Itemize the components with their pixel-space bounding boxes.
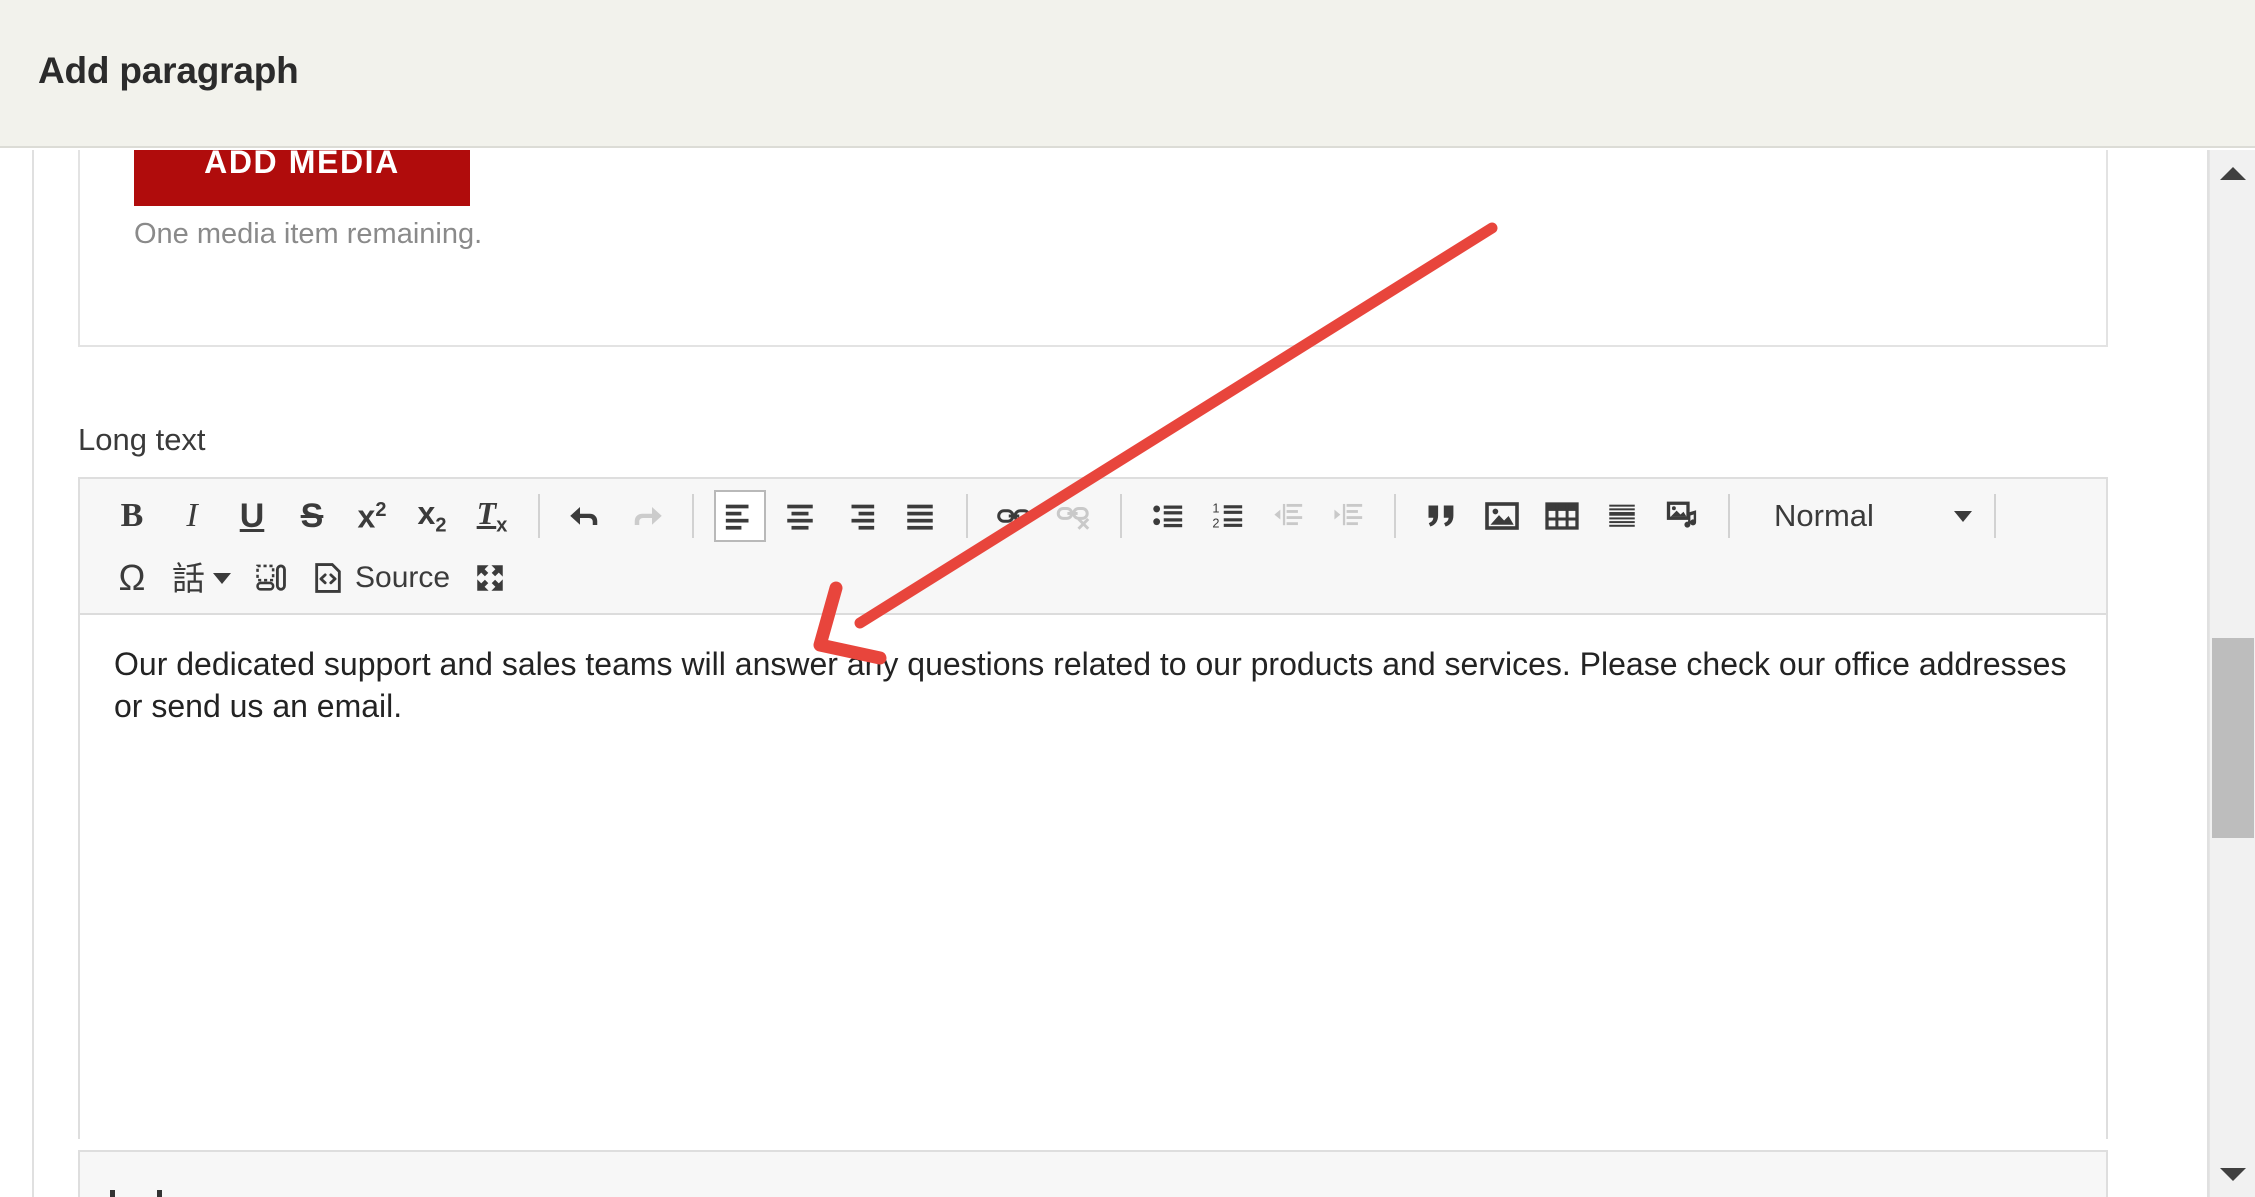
scroll-up-arrow-icon[interactable]: [2210, 150, 2255, 196]
svg-text:1: 1: [1212, 501, 1219, 516]
page-title: Add paragraph: [38, 50, 299, 91]
horizontal-rule-icon[interactable]: [1596, 490, 1648, 542]
svg-text:2: 2: [1212, 515, 1219, 530]
scroll-down-arrow-icon[interactable]: [2210, 1151, 2255, 1197]
chevron-down-icon: [1954, 510, 1972, 522]
status-mark: [110, 1190, 115, 1197]
toolbar-row-2: Ω 話 Source: [80, 547, 2106, 609]
special-character-icon[interactable]: Ω: [106, 552, 158, 604]
paragraph-format-select[interactable]: Normal: [1760, 490, 1978, 542]
align-right-icon[interactable]: [834, 490, 886, 542]
indent-icon[interactable]: [1322, 490, 1374, 542]
source-label: Source: [355, 561, 451, 594]
media-field: ADD MEDIA One media item remaining.: [78, 150, 2108, 347]
bulleted-list-icon[interactable]: [1142, 490, 1194, 542]
page-break-icon[interactable]: [245, 552, 297, 604]
editor-content-area[interactable]: Our dedicated support and sales teams wi…: [80, 615, 2106, 1145]
long-text-label: Long text: [78, 422, 206, 457]
form-scroll-area: ADD MEDIA One media item remaining. Long…: [0, 150, 2210, 1197]
undo-icon[interactable]: [560, 490, 612, 542]
italic-icon[interactable]: I: [166, 490, 218, 542]
subscript-icon[interactable]: x2: [406, 490, 458, 542]
blockquote-icon[interactable]: [1416, 490, 1468, 542]
media-remaining-text: One media item remaining.: [134, 218, 483, 250]
source-icon[interactable]: Source: [305, 552, 456, 604]
add-media-button[interactable]: ADD MEDIA: [134, 150, 470, 206]
table-icon[interactable]: [1536, 490, 1588, 542]
numbered-list-icon[interactable]: 1 2: [1202, 490, 1254, 542]
toolbar-separator: [1728, 494, 1730, 538]
align-justify-icon[interactable]: [894, 490, 946, 542]
form-left-rule: [32, 150, 34, 1197]
app-window: Add paragraph ADD MEDIA One media item r…: [0, 0, 2255, 1197]
link-icon[interactable]: [988, 490, 1040, 542]
toolbar-row-1: B I U S x2 x2 Tx 1 2 Normal: [80, 485, 2106, 547]
scrollbar-thumb[interactable]: [2212, 638, 2254, 838]
toolbar-separator: [1394, 494, 1396, 538]
editor-status-bar: [78, 1150, 2108, 1197]
remove-format-icon[interactable]: Tx: [466, 490, 518, 542]
outdent-icon[interactable]: [1262, 490, 1314, 542]
vertical-scrollbar[interactable]: [2209, 150, 2255, 1197]
image-icon[interactable]: [1476, 490, 1528, 542]
dialog-header: Add paragraph: [0, 0, 2255, 148]
toolbar-separator: [538, 494, 540, 538]
align-left-icon[interactable]: [714, 490, 766, 542]
toolbar-separator: [1120, 494, 1122, 538]
maximize-icon[interactable]: [464, 552, 516, 604]
underline-icon[interactable]: U: [226, 490, 278, 542]
toolbar-separator: [692, 494, 694, 538]
redo-icon[interactable]: [620, 490, 672, 542]
superscript-icon[interactable]: x2: [346, 490, 398, 542]
language-icon[interactable]: 話: [166, 552, 237, 604]
paragraph-format-value: Normal: [1774, 498, 1874, 533]
rich-text-editor: B I U S x2 x2 Tx 1 2 Normal Ω 話 Source O…: [78, 477, 2108, 1145]
media-icon[interactable]: [1656, 490, 1708, 542]
strikethrough-icon[interactable]: S: [286, 490, 338, 542]
editor-toolbar: B I U S x2 x2 Tx 1 2 Normal Ω 話 Source: [80, 479, 2106, 615]
editor-paragraph[interactable]: Our dedicated support and sales teams wi…: [114, 643, 2072, 727]
toolbar-separator: [1994, 494, 1996, 538]
align-center-icon[interactable]: [774, 490, 826, 542]
bold-icon[interactable]: B: [106, 490, 158, 542]
status-mark: [157, 1190, 162, 1197]
unlink-icon[interactable]: [1048, 490, 1100, 542]
status-bar-marks: [110, 1190, 162, 1197]
toolbar-separator: [966, 494, 968, 538]
